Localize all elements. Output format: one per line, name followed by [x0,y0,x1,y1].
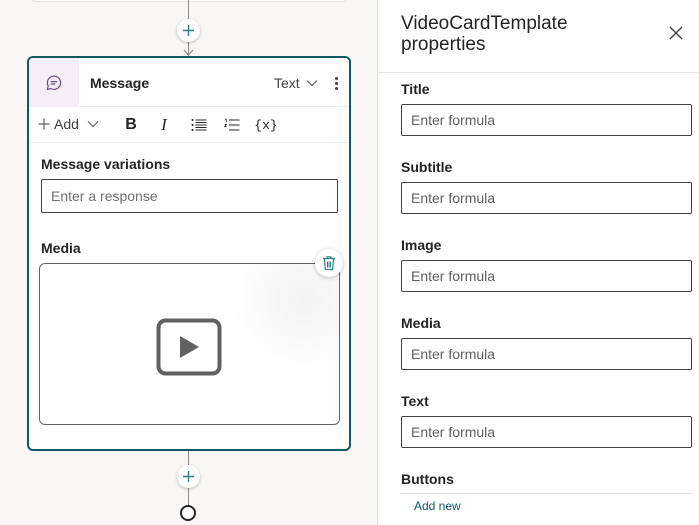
panel-header: VideoCardTemplate properties [378,0,699,73]
formatting-toolbar: Add B I {x} [29,107,349,143]
add-content-label: Add [54,116,79,132]
add-node-button-top[interactable] [177,19,200,42]
chevron-down-icon [306,80,318,87]
numbered-list-icon [224,118,240,131]
more-options-button[interactable] [331,73,341,93]
italic-button[interactable]: I [153,115,175,135]
message-type-label: Text [274,75,300,91]
subtitle-field-label: Subtitle [401,159,453,175]
title-formula-input[interactable] [401,104,692,136]
chevron-down-icon [87,121,99,128]
text-formula-input[interactable] [401,416,692,448]
italic-icon: I [161,115,167,134]
media-field-label: Media [401,315,441,331]
add-node-button-bottom[interactable] [177,465,200,488]
plus-icon [38,118,50,130]
card-title: Message [90,75,150,91]
authoring-canvas: Message Text Add B I {x} Message variati… [0,0,377,525]
more-vertical-icon [334,76,338,80]
plus-icon [183,471,194,482]
panel-title: VideoCardTemplate properties [401,13,568,55]
image-field-label: Image [401,237,442,253]
bullet-list-icon [191,119,207,131]
play-icon [156,318,222,376]
chat-icon [46,75,62,90]
numbered-list-button[interactable] [221,115,243,135]
image-formula-input[interactable] [401,260,692,292]
end-node-circle [180,505,196,521]
buttons-field-label: Buttons [401,471,454,487]
close-icon[interactable] [667,24,685,42]
media-preview[interactable] [39,263,340,425]
plus-icon [183,25,194,36]
arrow-down-icon [183,49,194,56]
media-hover-glow [229,264,339,374]
text-field-label: Text [401,393,429,409]
media-label: Media [41,240,81,256]
message-variations-label: Message variations [41,156,171,172]
buttons-divider [401,493,692,494]
card-header: Message Text [29,58,349,107]
insert-variable-button[interactable]: {x} [254,115,278,135]
media-formula-input[interactable] [401,338,692,370]
message-node-icon-box [29,58,79,107]
properties-panel: VideoCardTemplate properties Title Subti… [377,0,699,525]
message-node-card[interactable]: Message Text Add B I {x} Message variati… [27,56,351,451]
previous-node-card[interactable] [30,0,348,2]
bullet-list-button[interactable] [188,115,210,135]
delete-media-button[interactable] [315,249,343,277]
subtitle-formula-input[interactable] [401,182,692,214]
message-type-dropdown[interactable]: Text [274,75,318,91]
bold-button[interactable]: B [120,115,142,135]
response-input[interactable] [41,179,338,213]
title-field-label: Title [401,81,430,97]
trash-icon [323,256,335,271]
add-new-button-link[interactable]: Add new [414,499,461,513]
add-content-button[interactable]: Add [38,116,99,132]
variable-icon: {x} [254,117,278,133]
bold-icon: B [125,116,137,133]
